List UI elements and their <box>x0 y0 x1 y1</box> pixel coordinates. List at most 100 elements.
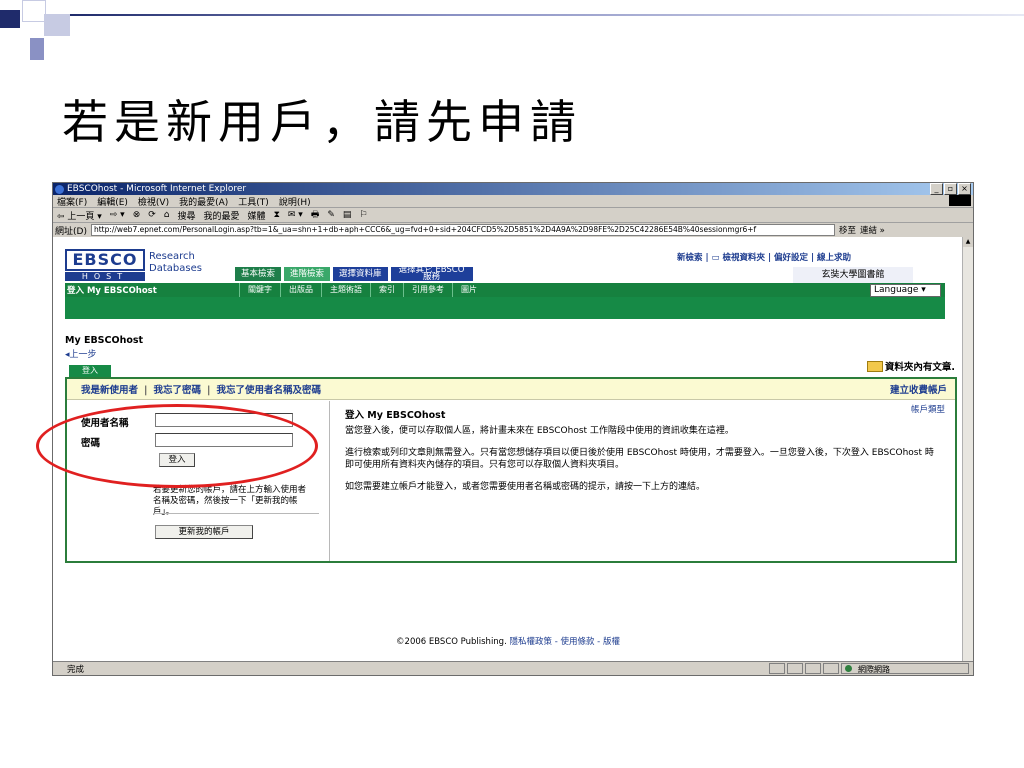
messenger-icon[interactable]: ⚐ <box>359 210 367 220</box>
status-text: 完成 <box>67 664 85 675</box>
menu-edit[interactable]: 編輯(E) <box>97 195 128 208</box>
internet-zone: 網際網路 <box>841 663 969 674</box>
tab-choose-databases[interactable]: 選擇資料庫 <box>333 267 388 281</box>
history-icon[interactable]: ⧗ <box>274 210 280 220</box>
scroll-up-icon[interactable]: ▲ <box>963 237 973 247</box>
login-form: 使用者名稱 密碼 登入 若要更新您的帳戶，請在上方輸入使用者名稱及密碼，然後按一… <box>67 401 330 561</box>
menu-view[interactable]: 檢視(V) <box>138 195 169 208</box>
login-bar-label[interactable]: 登入 My EBSCOhost <box>65 284 239 296</box>
logo-host: HOST <box>65 272 145 281</box>
slide-title: 若是新用戶，請先申請 <box>62 95 582 149</box>
favorites-button[interactable]: 我的最愛 <box>204 209 240 222</box>
refresh-icon[interactable]: ⟳ <box>148 210 156 220</box>
media-button[interactable]: 媒體 <box>248 209 266 222</box>
tab-login[interactable]: 登入 <box>69 365 111 377</box>
close-button[interactable]: × <box>958 183 971 195</box>
slide-decoration <box>22 0 46 22</box>
status-cell <box>823 663 839 674</box>
links-button[interactable]: 連結 » <box>860 224 885 236</box>
menu-favorites[interactable]: 我的最愛(A) <box>179 195 228 208</box>
username-label: 使用者名稱 <box>81 418 129 429</box>
menu-tools[interactable]: 工具(T) <box>238 195 269 208</box>
tab-advanced-search[interactable]: 進階檢索 <box>284 267 331 281</box>
status-cell <box>805 663 821 674</box>
logo-subtitle: Research Databases <box>149 251 202 274</box>
logo-text: EBSCO <box>65 249 145 271</box>
go-button[interactable]: 移至 <box>839 224 856 236</box>
top-links[interactable]: 新檢索 | ▭ 檢視資料夾 | 偏好設定 | 線上求助 <box>677 251 851 263</box>
info-paragraph-2: 進行檢索或列印文章則無需登入。只有當您想儲存項目以便日後於使用 EBSCOhos… <box>345 448 934 470</box>
page-content: EBSCO HOST Research Databases 基本檢索 進階檢索 … <box>53 237 963 661</box>
ebsco-logo[interactable]: EBSCO HOST <box>65 249 145 281</box>
username-input[interactable] <box>155 413 293 427</box>
password-label: 密碼 <box>81 438 101 449</box>
folder-note[interactable]: 資料夾內有文章. <box>866 359 955 373</box>
new-user-link[interactable]: 我是新使用者 <box>81 385 138 396</box>
footer-links[interactable]: 隱私權政策 - 使用條款 - 版權 <box>510 637 620 647</box>
minimize-button[interactable]: _ <box>930 183 943 195</box>
forward-button[interactable]: ⇨ ▾ <box>110 210 125 220</box>
subtab-index[interactable]: 索引 <box>370 283 403 297</box>
update-account-button[interactable]: 更新我的帳戶 <box>155 525 253 539</box>
subtab-publications[interactable]: 出版品 <box>280 283 321 297</box>
windows-logo-icon <box>949 195 971 206</box>
menu-help[interactable]: 說明(H) <box>279 195 311 208</box>
status-cell <box>787 663 803 674</box>
forgot-password-link[interactable]: 我忘了密碼 <box>154 385 202 396</box>
vertical-scrollbar[interactable]: ▲ <box>962 237 973 661</box>
password-input[interactable] <box>155 433 293 447</box>
menu-bar: 檔案(F) 編輯(E) 檢視(V) 我的最愛(A) 工具(T) 說明(H) <box>53 195 973 208</box>
address-input[interactable]: http://web7.epnet.com/PersonalLogin.asp?… <box>90 224 835 236</box>
main-tabs: 基本檢索 進階檢索 選擇資料庫 選擇其它 EBSCO 服務 <box>235 266 473 281</box>
page-title: My EBSCOhost <box>65 335 144 346</box>
subtab-images[interactable]: 圖片 <box>452 283 485 297</box>
subtab-keyword[interactable]: 關鍵字 <box>239 283 280 297</box>
footer-copyright: ©2006 EBSCO Publishing. <box>396 637 507 647</box>
login-info: 登入 My EBSCOhost 帳戶類型 當您登入後，便可以存取個人區，將計畫未… <box>331 401 951 561</box>
mail-icon[interactable]: ✉ ▾ <box>288 210 303 220</box>
ie-icon <box>55 184 64 194</box>
discuss-icon[interactable]: ▤ <box>343 210 352 220</box>
info-title: 登入 My EBSCOhost <box>345 410 446 421</box>
maximize-button[interactable]: ▫ <box>944 183 957 195</box>
address-label: 網址(D) <box>55 226 87 237</box>
status-bar: 完成 網際網路 <box>53 661 973 675</box>
slide-decoration <box>44 14 70 36</box>
address-bar: 網址(D) http://web7.epnet.com/PersonalLogi… <box>53 223 973 238</box>
info-paragraph-3: 如您需要建立帳戶才能登入，或者您需要使用者名稱或密碼的提示，請按一下上方的連結。 <box>345 482 706 492</box>
login-panel: 我是新使用者 | 我忘了密碼 | 我忘了使用者名稱及密碼 建立收費帳戶 使用者名稱 密碼… <box>65 377 957 563</box>
subtab-subject-terms[interactable]: 主題術語 <box>321 283 370 297</box>
info-paragraph-1: 當您登入後，便可以存取個人區，將計畫未來在 EBSCOhost 工作階段中使用的… <box>345 426 734 436</box>
account-type-link[interactable]: 帳戶類型 <box>911 403 945 415</box>
tab-basic-search[interactable]: 基本檢索 <box>235 267 282 281</box>
window-title: EBSCOhost - Microsoft Internet Explorer <box>67 184 247 194</box>
folder-icon <box>866 360 883 372</box>
forgot-username-link[interactable]: 我忘了使用者名稱及密碼 <box>217 385 322 396</box>
title-bar: EBSCOhost - Microsoft Internet Explorer … <box>53 183 973 195</box>
stop-icon[interactable]: ⊗ <box>133 210 141 220</box>
edit-icon[interactable]: ✎ <box>327 210 335 220</box>
panel-header: 我是新使用者 | 我忘了密碼 | 我忘了使用者名稱及密碼 建立收費帳戶 <box>67 379 955 400</box>
status-cell <box>769 663 785 674</box>
divider <box>153 513 319 514</box>
language-select[interactable]: Language ▾ <box>870 284 941 297</box>
green-band <box>65 297 945 319</box>
slide-decoration <box>30 38 44 60</box>
browser-window: EBSCOhost - Microsoft Internet Explorer … <box>52 182 974 676</box>
print-icon[interactable]: 🖶 <box>311 207 320 223</box>
nav-bar: 登入 My EBSCOhost 關鍵字 出版品 主題術語 索引 引用參考 圖片 … <box>65 283 945 297</box>
back-button[interactable]: ⇦ 上一頁 ▾ <box>57 209 102 222</box>
subtab-cited-references[interactable]: 引用參考 <box>403 283 452 297</box>
create-account-link[interactable]: 建立收費帳戶 <box>890 382 947 396</box>
globe-icon <box>845 665 852 672</box>
slide-decoration <box>0 10 20 28</box>
tab-other-services[interactable]: 選擇其它 EBSCO 服務 <box>390 266 473 281</box>
search-button[interactable]: 搜尋 <box>178 209 196 222</box>
menu-file[interactable]: 檔案(F) <box>57 195 87 208</box>
login-button[interactable]: 登入 <box>159 453 195 467</box>
page-footer: ©2006 EBSCO Publishing. 隱私權政策 - 使用條款 - 版… <box>53 635 963 647</box>
toolbar: ⇦ 上一頁 ▾ ⇨ ▾ ⊗ ⟳ ⌂ 搜尋 我的最愛 媒體 ⧗ ✉ ▾ 🖶 ✎ ▤… <box>53 208 973 223</box>
back-link[interactable]: ◂上一步 <box>65 347 97 360</box>
home-icon[interactable]: ⌂ <box>164 210 170 220</box>
library-name: 玄奘大學圖書館 <box>793 267 913 283</box>
